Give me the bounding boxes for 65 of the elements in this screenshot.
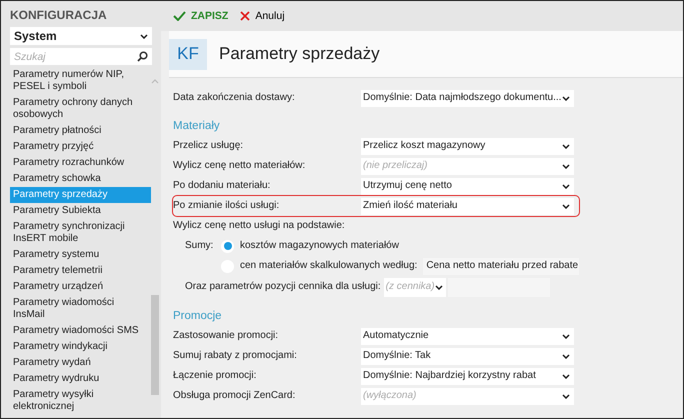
chevron-down-icon [562, 334, 570, 338]
chevron-down-icon [434, 284, 443, 290]
sidebar-item[interactable]: Parametry windykacji [10, 339, 151, 355]
chevron-down-icon [562, 184, 570, 188]
field-label: Obsługa promocji ZenCard: [173, 390, 296, 402]
radio-label[interactable]: kosztów magazynowych materiałów [240, 240, 399, 252]
sidebar-item[interactable]: Parametry ochrony danych osobowych [10, 95, 151, 124]
field-label: Data zakończenia dostawy: [173, 92, 296, 104]
radio-button[interactable] [221, 240, 234, 252]
sidebar-item[interactable]: Parametry wydań [10, 355, 151, 371]
sidebar-title: KONFIGURACJA [9, 7, 108, 24]
chevron-down-icon [562, 354, 570, 358]
sidebar-item[interactable]: Parametry systemu [10, 247, 151, 263]
dropdown[interactable]: Automatycznie [361, 328, 574, 344]
sidebar-item[interactable]: Parametry telemetrii [10, 263, 151, 279]
dropdown[interactable]: Domyślnie: Tak [361, 348, 574, 364]
chevron-down-icon [562, 164, 570, 168]
chevron-down-icon [562, 96, 570, 100]
sidebar-item[interactable]: Parametry wydruku [10, 371, 151, 387]
category-dropdown[interactable]: System [10, 27, 152, 45]
field-label: Wylicz cenę netto usługi na podstawie: [173, 220, 345, 232]
page-title: Parametry sprzedaży [219, 48, 380, 60]
sidebar-item[interactable]: Parametry synchronizacji InsERT mobile [10, 219, 151, 247]
field-label: Łączenie promocji: [173, 370, 258, 382]
module-badge: KF [169, 38, 207, 70]
dropdown[interactable]: Przelicz koszt magazynowy [361, 138, 574, 154]
text-field[interactable]: Cena netto materiału przed rabate [423, 258, 579, 274]
sidebar-item[interactable]: Parametry przyjęć [10, 140, 151, 155]
section-heading: Promocje [173, 310, 223, 322]
sidebar-item[interactable]: Parametry wysyłki elektronicznej [10, 387, 151, 415]
field-label: Sumuj rabaty z promocjami: [173, 350, 298, 362]
cancel-button[interactable]: Anuluj [240, 10, 285, 22]
scroll-up-icon[interactable] [151, 79, 159, 84]
sidebar-item[interactable]: Parametry rozrachunków [10, 155, 151, 171]
field-label: Przelicz usługę: [173, 140, 244, 152]
sidebar-item[interactable]: Parametry wiadomości SMS [10, 323, 151, 339]
close-icon [240, 11, 250, 21]
sidebar-item[interactable]: Parametry płatności [10, 124, 151, 140]
dropdown[interactable]: Domyślnie: Najbardziej korzystny rabat [361, 368, 574, 384]
section-heading: Materiały [173, 120, 221, 132]
field-label: Zastosowanie promocji: [173, 330, 280, 342]
field-label: Po dodaniu materiału: [173, 180, 272, 192]
sidebar-item[interactable]: Parametry Subiekta [10, 203, 151, 219]
save-button[interactable]: ZAPISZ [173, 10, 228, 22]
field-label: Oraz parametrów pozycji cennika dla usługi: [185, 281, 382, 293]
chevron-down-icon [562, 374, 570, 378]
dropdown[interactable]: Zmień ilość materiału [361, 198, 574, 214]
field-label: Wylicz cenę netto materiałów: [173, 160, 306, 172]
checkmark-icon [173, 11, 186, 21]
sidebar-item[interactable]: Parametry wiadomości InsMail [10, 295, 151, 323]
dropdown[interactable]: Domyślnie: Data najmłodszego dokumentu... [361, 90, 574, 106]
field-label: Sumy: [185, 240, 214, 252]
search-field[interactable]: Szukaj [10, 48, 152, 65]
chevron-down-icon [562, 204, 570, 208]
chevron-down-icon [562, 394, 570, 398]
dropdown[interactable]: Utrzymuj cenę netto [361, 178, 574, 194]
sidebar-item[interactable]: Parametry urządzeń [10, 279, 151, 295]
sidebar-item[interactable]: Parametry numerów NIP, PESEL i symboli [10, 67, 151, 95]
search-icon [137, 51, 148, 62]
sidebar-item[interactable]: Parametry schowka [10, 171, 151, 187]
chevron-down-icon [562, 144, 570, 148]
chevron-down-icon [140, 34, 148, 38]
radio-label[interactable]: cen materiałów skalkulowanych według: [240, 260, 418, 272]
scrollbar-thumb[interactable] [151, 295, 159, 395]
field-label: Po zmianie ilości usługi: [173, 200, 280, 212]
